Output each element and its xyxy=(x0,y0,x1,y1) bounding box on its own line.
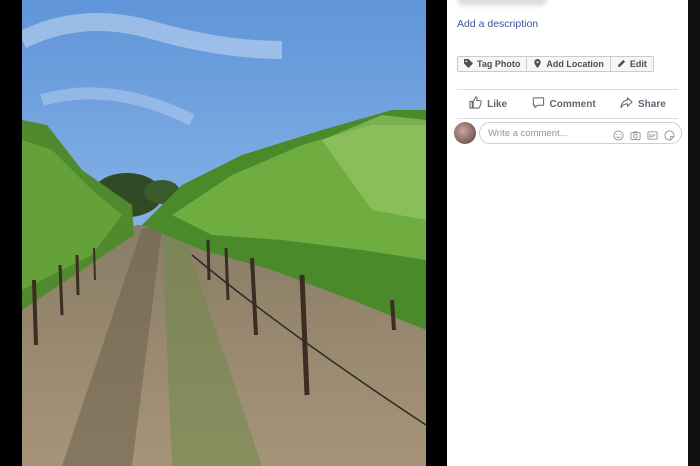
add-description-link[interactable]: Add a description xyxy=(457,18,538,30)
tag-photo-button[interactable]: Tag Photo xyxy=(458,57,528,71)
like-button[interactable]: Like xyxy=(469,96,507,112)
share-button[interactable]: Share xyxy=(620,96,666,112)
thumbs-up-icon xyxy=(469,96,482,112)
gif-icon[interactable] xyxy=(647,128,658,140)
photo-side-panel: Add a description Tag Photo Add Location… xyxy=(447,0,688,466)
comment-button[interactable]: Comment xyxy=(532,96,596,112)
reaction-bar: Like Comment Share xyxy=(457,91,678,117)
tag-photo-label: Tag Photo xyxy=(477,59,521,69)
comment-input[interactable] xyxy=(488,127,613,139)
location-pin-icon xyxy=(533,58,542,70)
window-edge xyxy=(688,0,700,466)
photo-viewer xyxy=(0,0,447,466)
edit-button[interactable]: Edit xyxy=(611,57,653,71)
sticker-icon[interactable] xyxy=(664,128,675,141)
comment-composer xyxy=(479,122,682,144)
share-label: Share xyxy=(638,98,666,110)
camera-icon[interactable] xyxy=(630,128,641,140)
author-name-blurred xyxy=(457,0,547,6)
add-location-button[interactable]: Add Location xyxy=(527,57,611,71)
add-location-label: Add Location xyxy=(546,59,604,69)
comment-label: Comment xyxy=(549,98,596,110)
like-label: Like xyxy=(487,98,508,110)
speech-bubble-icon xyxy=(532,96,545,112)
divider xyxy=(457,89,678,90)
avatar[interactable] xyxy=(454,122,476,144)
pencil-icon xyxy=(617,59,626,70)
emoji-icon[interactable] xyxy=(613,128,624,141)
vineyard-photo[interactable] xyxy=(22,0,426,466)
photo-action-chips: Tag Photo Add Location Edit xyxy=(457,56,654,72)
comment-attachment-icons xyxy=(613,128,675,141)
divider xyxy=(457,118,678,119)
share-arrow-icon xyxy=(620,96,633,112)
tag-icon xyxy=(464,58,473,70)
edit-label: Edit xyxy=(629,59,647,69)
